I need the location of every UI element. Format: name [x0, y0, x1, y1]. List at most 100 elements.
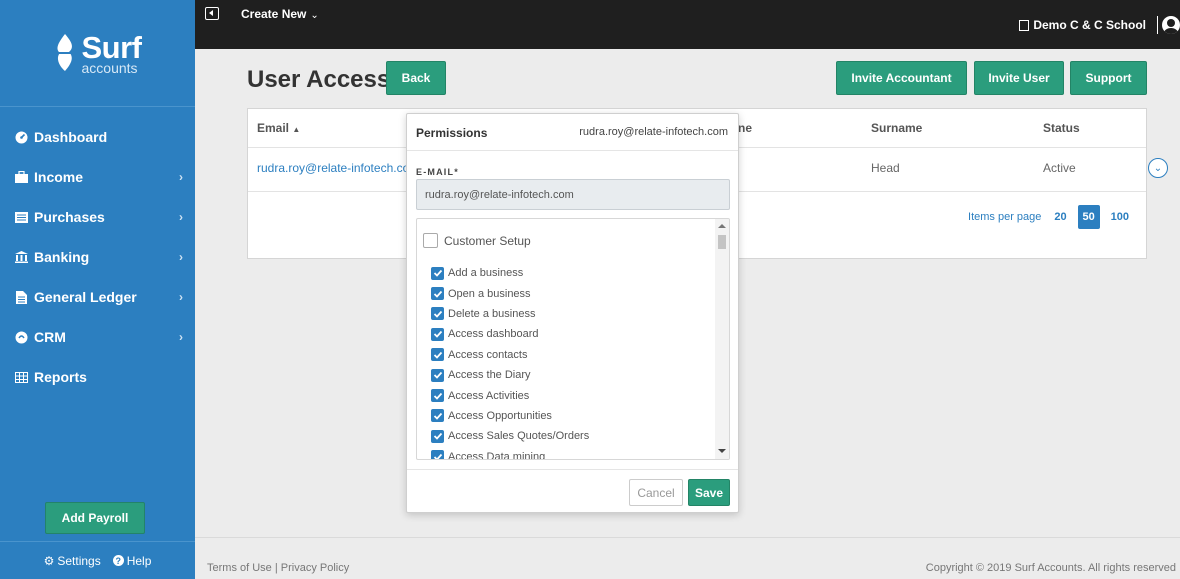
checkbox-checked-icon[interactable] [431, 348, 444, 362]
user-avatar-icon[interactable] [1162, 16, 1180, 34]
sidebar-item-label: Income [34, 169, 84, 185]
school-selector[interactable]: Demo C & C School [1019, 18, 1146, 32]
create-new-menu[interactable]: Create New ⌄ [241, 7, 319, 21]
invite-user-button[interactable]: Invite User [974, 61, 1064, 95]
scroll-up-icon[interactable] [718, 224, 726, 228]
logo[interactable]: Surf accounts [0, 0, 195, 107]
page-size-50[interactable]: 50 [1077, 205, 1100, 229]
scroll-down-icon[interactable] [718, 449, 726, 453]
footer-links[interactable]: Terms of Use | Privacy Policy [207, 562, 349, 574]
row-email[interactable]: rudra.roy@relate-infotech.co [257, 161, 409, 175]
gear-icon: ⚙ [43, 553, 55, 568]
email-field[interactable] [416, 179, 730, 210]
checkbox-checked-icon[interactable] [431, 429, 444, 443]
settings-label: Settings [57, 553, 101, 568]
sidebar-item-label: General Ledger [34, 289, 137, 305]
bank-icon [12, 251, 30, 263]
back-button[interactable]: Back [386, 61, 446, 95]
page-size-20[interactable]: 20 [1051, 211, 1069, 223]
sidebar-item-crm[interactable]: CRM › [0, 317, 195, 357]
email-column-header[interactable]: Email ▲ [257, 121, 300, 135]
document-icon [12, 290, 30, 304]
scrollbar[interactable] [715, 219, 729, 459]
checkbox-checked-icon[interactable] [431, 327, 444, 341]
sidebar-item-purchases[interactable]: Purchases › [0, 197, 195, 237]
items-per-page-label: Items per page [968, 211, 1042, 223]
modal-user-email: rudra.roy@relate-infotech.com [579, 126, 728, 138]
group-label: Customer Setup [444, 233, 531, 248]
add-payroll-button[interactable]: Add Payroll [45, 502, 145, 534]
scroll-thumb[interactable] [718, 235, 726, 249]
sidebar-item-income[interactable]: Income › [0, 157, 195, 197]
sidebar: Surf accounts Dashboard Income › Purchas… [0, 0, 195, 579]
settings-link[interactable]: ⚙ Settings [44, 554, 101, 568]
crm-icon [12, 331, 30, 344]
permission-label: Delete a business [448, 307, 536, 320]
permissions-list[interactable]: Customer Setup Add a business Open a bus… [416, 218, 730, 460]
sidebar-item-label: Purchases [34, 209, 105, 225]
sidebar-item-label: Reports [34, 369, 87, 385]
sidebar-item-dashboard[interactable]: Dashboard [0, 117, 195, 157]
help-link[interactable]: ? Help [112, 553, 152, 568]
permission-label: Access Sales Quotes/Orders [448, 430, 590, 443]
permission-item[interactable]: Access dashboard [431, 324, 589, 344]
page-title: User Access [247, 66, 391, 93]
name-column-header[interactable]: ne [738, 121, 752, 135]
email-header-label: Email [257, 121, 290, 135]
group-checkbox[interactable] [423, 233, 438, 248]
logo-subtitle: accounts [81, 59, 138, 76]
support-button[interactable]: Support [1070, 61, 1147, 95]
checkbox-checked-icon[interactable] [431, 368, 444, 382]
permission-item[interactable]: Open a business [431, 283, 589, 303]
sidebar-item-reports[interactable]: Reports [0, 357, 195, 397]
create-new-label: Create New [241, 6, 307, 21]
chevron-right-icon: › [179, 210, 183, 224]
chevron-down-icon: ⌄ [310, 9, 319, 21]
permission-item[interactable]: Access Activities [431, 385, 589, 405]
checkbox-checked-icon[interactable] [431, 287, 444, 301]
checkbox-checked-icon[interactable] [431, 389, 444, 403]
permission-label: Access the Diary [448, 369, 531, 382]
chevron-right-icon: › [179, 330, 183, 344]
checkbox-checked-icon[interactable] [431, 307, 444, 321]
cancel-button[interactable]: Cancel [629, 479, 683, 506]
briefcase-icon [12, 171, 30, 183]
surname-column-header[interactable]: Surname [871, 121, 922, 135]
sidebar-item-general-ledger[interactable]: General Ledger › [0, 277, 195, 317]
checkbox-checked-icon[interactable] [431, 450, 444, 459]
chevron-right-icon: › [179, 250, 183, 264]
permission-item[interactable]: Add a business [431, 263, 589, 283]
collapse-sidebar-icon[interactable] [205, 7, 219, 20]
row-surname: Head [871, 161, 900, 175]
sidebar-item-label: Dashboard [34, 129, 108, 145]
customer-setup-group[interactable]: Customer Setup [423, 233, 531, 248]
permission-label: Access contacts [448, 348, 528, 361]
checkbox-checked-icon[interactable] [431, 409, 444, 423]
invite-accountant-button[interactable]: Invite Accountant [836, 61, 967, 95]
permission-item[interactable]: Access Opportunities [431, 406, 589, 426]
page-size-100[interactable]: 100 [1108, 211, 1132, 223]
help-icon: ? [112, 555, 124, 566]
permission-label: Access Opportunities [448, 409, 552, 422]
copyright: Copyright © 2019 Surf Accounts. All righ… [925, 562, 1176, 574]
checkbox-checked-icon[interactable] [431, 266, 444, 280]
sidebar-nav: Dashboard Income › Purchases › Banking › [0, 117, 195, 397]
row-status: Active [1043, 161, 1076, 175]
pagination: Items per page 20 50 100 [968, 205, 1132, 229]
help-label: Help [126, 553, 152, 568]
sidebar-item-banking[interactable]: Banking › [0, 237, 195, 277]
top-bar: Create New ⌄ Demo C & C School [195, 0, 1180, 49]
building-icon [1019, 19, 1030, 31]
expand-row-icon[interactable]: ⌄ [1148, 158, 1168, 178]
save-button[interactable]: Save [688, 479, 730, 506]
permission-label: Access Data mining [448, 450, 546, 460]
permission-item[interactable]: Access contacts [431, 345, 589, 365]
sidebar-item-label: CRM [34, 329, 66, 345]
permission-label: Access Activities [448, 389, 530, 402]
permission-item[interactable]: Access the Diary [431, 365, 589, 385]
permission-item[interactable]: Delete a business [431, 304, 589, 324]
status-column-header[interactable]: Status [1043, 121, 1080, 135]
permission-item[interactable]: Access Data mining [431, 447, 589, 460]
permission-item[interactable]: Access Sales Quotes/Orders [431, 426, 589, 446]
sidebar-footer: ⚙ Settings ? Help [0, 541, 195, 579]
